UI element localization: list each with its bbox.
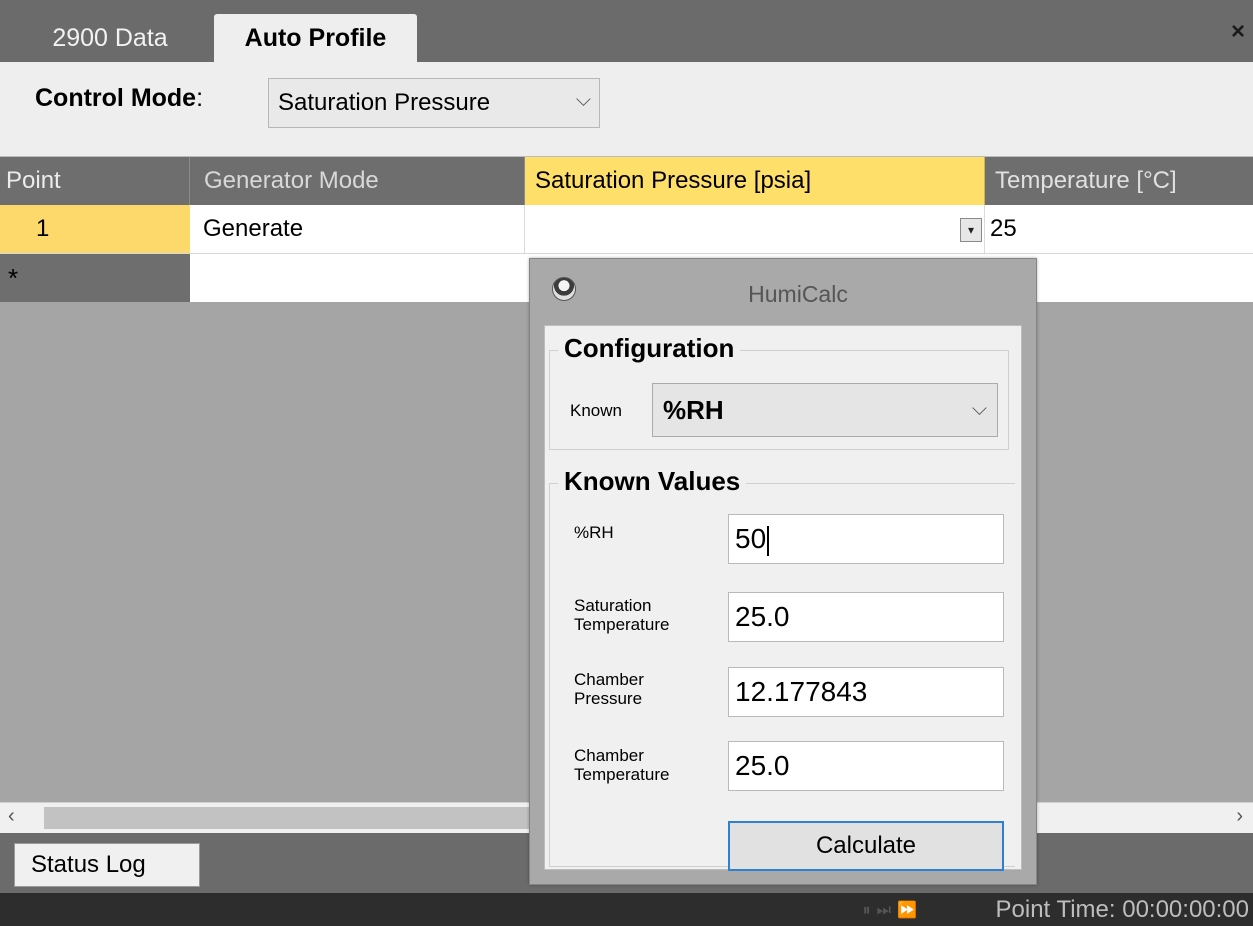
dialog-body: Configuration Known %RH ⌵ Known Values %… [544, 325, 1022, 871]
playback-icons: ⏸⏭⏩ [862, 902, 923, 919]
chamber-temperature-label: Chamber Temperature [574, 746, 670, 784]
scrollbar-thumb[interactable] [44, 807, 529, 829]
control-mode-bar: Control Mode: Saturation Pressure ⌵ [0, 62, 1253, 157]
known-values-title: Known Values [558, 466, 747, 497]
status-bar: ⏸⏭⏩ Point Time: 00:00:00:00 [0, 893, 1253, 926]
column-header-point[interactable]: Point [0, 157, 190, 205]
scroll-right-icon[interactable]: › [1236, 805, 1243, 828]
point-time-readout: Point Time: 00:00:00:00 [995, 896, 1250, 923]
known-select-value: %RH [663, 395, 724, 425]
tab-2900-data[interactable]: 2900 Data [20, 14, 200, 62]
calculate-button[interactable]: Calculate [728, 821, 1004, 871]
humicalc-dialog: HumiCalc Configuration Known %RH ⌵ Known… [529, 258, 1037, 885]
cell-point[interactable]: 1 [0, 205, 190, 253]
column-header-generator-mode[interactable]: Generator Mode [190, 157, 525, 205]
dialog-title: HumiCalc [748, 281, 848, 307]
chevron-down-icon: ⌵ [575, 89, 591, 111]
control-mode-label: Control Mode: [35, 84, 204, 112]
cell-generator-mode[interactable]: Generate [190, 205, 525, 253]
chamber-pressure-label: Chamber Pressure [574, 670, 644, 708]
chevron-down-icon: ⌵ [971, 398, 987, 420]
tab-auto-profile[interactable]: Auto Profile [214, 14, 417, 62]
scroll-left-icon[interactable]: ‹ [8, 805, 15, 828]
saturation-temperature-input[interactable]: 25.0 [728, 592, 1004, 642]
known-values-group: Known Values %RH 50 Saturation Temperatu… [549, 466, 1015, 871]
rh-input[interactable]: 50 [728, 514, 1004, 564]
document-tab-bar: 2900 Data Auto Profile × [0, 0, 1253, 62]
control-mode-value: Saturation Pressure [278, 89, 491, 116]
rh-label: %RH [574, 523, 614, 542]
tab-status-log[interactable]: Status Log [14, 843, 200, 887]
configuration-title: Configuration [558, 333, 741, 364]
known-select[interactable]: %RH ⌵ [652, 383, 998, 437]
close-icon[interactable]: × [1231, 18, 1245, 46]
table-row: 1 Generate ▾ 25 [0, 205, 1253, 254]
known-label: Known [570, 401, 622, 420]
column-header-saturation-pressure[interactable]: Saturation Pressure [psia] [525, 157, 985, 205]
text-caret [767, 525, 770, 556]
chamber-pressure-input[interactable]: 12.177843 [728, 667, 1004, 717]
configuration-group: Configuration Known %RH ⌵ [549, 333, 1009, 450]
control-mode-select[interactable]: Saturation Pressure ⌵ [268, 78, 600, 128]
new-row-marker: * [0, 254, 190, 302]
cell-saturation-pressure[interactable]: ▾ [525, 205, 985, 253]
column-header-temperature[interactable]: Temperature [°C] [985, 157, 1253, 205]
saturation-temperature-label: Saturation Temperature [574, 596, 670, 634]
cell-temperature[interactable]: 25 [985, 205, 1253, 253]
chamber-temperature-input[interactable]: 25.0 [728, 741, 1004, 791]
cell-dropdown-button[interactable]: ▾ [960, 218, 982, 242]
